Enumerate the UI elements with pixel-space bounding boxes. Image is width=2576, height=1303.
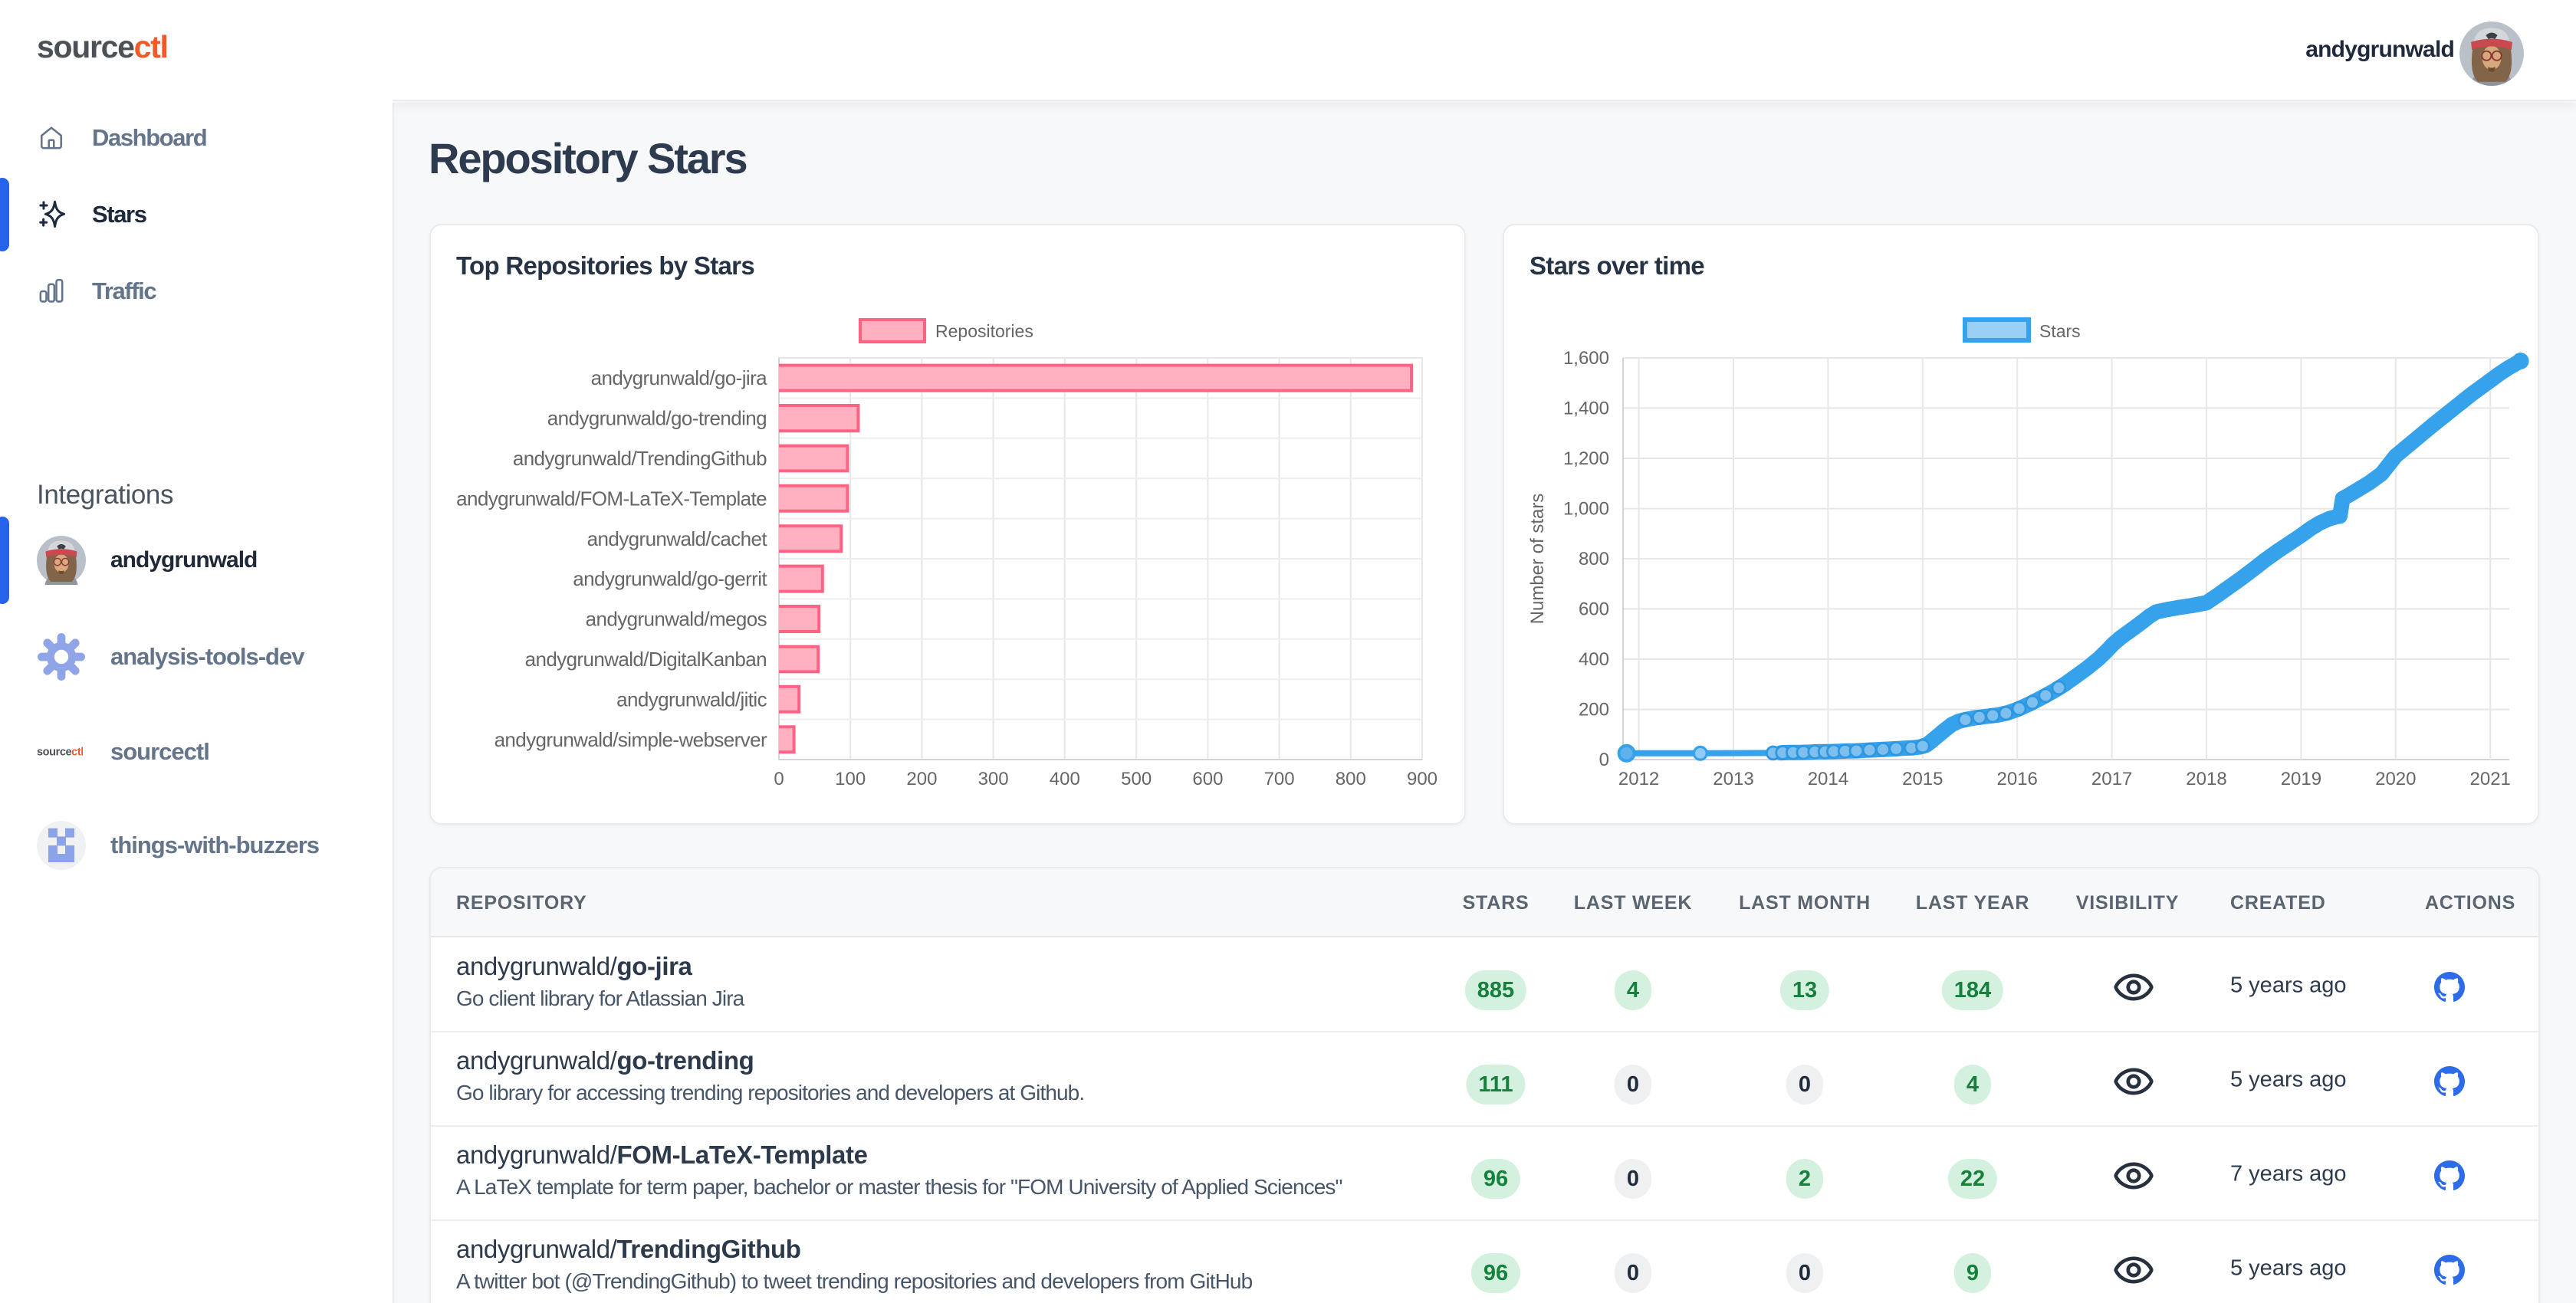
svg-text:200: 200 <box>1579 700 1609 720</box>
svg-text:Repositories: Repositories <box>935 321 1033 341</box>
svg-text:1,400: 1,400 <box>1563 398 1609 418</box>
svg-text:2017: 2017 <box>2091 769 2132 789</box>
svg-text:300: 300 <box>978 769 1009 789</box>
svg-text:400: 400 <box>1050 769 1080 789</box>
svg-text:2021: 2021 <box>2470 769 2511 789</box>
svg-text:0: 0 <box>774 769 784 789</box>
svg-text:900: 900 <box>1407 769 1438 789</box>
svg-text:andygrunwald/go-jira: andygrunwald/go-jira <box>591 366 768 389</box>
svg-text:1,200: 1,200 <box>1563 448 1609 469</box>
svg-text:100: 100 <box>835 769 866 789</box>
svg-text:700: 700 <box>1264 769 1295 789</box>
svg-text:800: 800 <box>1579 549 1609 569</box>
svg-text:2012: 2012 <box>1618 769 1659 789</box>
svg-text:2018: 2018 <box>2186 769 2226 789</box>
svg-text:800: 800 <box>1336 769 1366 789</box>
svg-text:500: 500 <box>1121 769 1152 789</box>
svg-text:600: 600 <box>1192 769 1223 789</box>
svg-text:andygrunwald/megos: andygrunwald/megos <box>586 608 767 631</box>
svg-text:1,000: 1,000 <box>1563 499 1609 520</box>
svg-text:andygrunwald/simple-webserver: andygrunwald/simple-webserver <box>495 728 767 751</box>
svg-text:0: 0 <box>1599 750 1609 770</box>
svg-text:Number of stars: Number of stars <box>1527 494 1548 625</box>
svg-text:sourcectl: sourcectl <box>37 747 83 759</box>
svg-text:400: 400 <box>1579 649 1609 670</box>
svg-text:2020: 2020 <box>2375 769 2416 789</box>
svg-text:andygrunwald/go-gerrit: andygrunwald/go-gerrit <box>573 567 767 590</box>
svg-text:andygrunwald/jitic: andygrunwald/jitic <box>616 688 767 711</box>
svg-text:andygrunwald/FOM-LaTeX-Templat: andygrunwald/FOM-LaTeX-Template <box>456 487 767 510</box>
svg-text:200: 200 <box>906 769 937 789</box>
svg-text:2013: 2013 <box>1713 769 1753 789</box>
svg-text:600: 600 <box>1579 599 1609 619</box>
svg-text:andygrunwald/cachet: andygrunwald/cachet <box>587 527 768 550</box>
svg-text:2016: 2016 <box>1997 769 2038 789</box>
svg-text:2019: 2019 <box>2281 769 2321 789</box>
svg-text:2014: 2014 <box>1808 769 1848 789</box>
svg-text:andygrunwald/DigitalKanban: andygrunwald/DigitalKanban <box>525 648 767 671</box>
svg-text:1,600: 1,600 <box>1563 348 1609 369</box>
svg-text:Stars: Stars <box>2039 321 2081 341</box>
svg-text:andygrunwald/TrendingGithub: andygrunwald/TrendingGithub <box>513 447 767 470</box>
svg-text:andygrunwald/go-trending: andygrunwald/go-trending <box>547 407 767 430</box>
svg-text:2015: 2015 <box>1902 769 1943 789</box>
